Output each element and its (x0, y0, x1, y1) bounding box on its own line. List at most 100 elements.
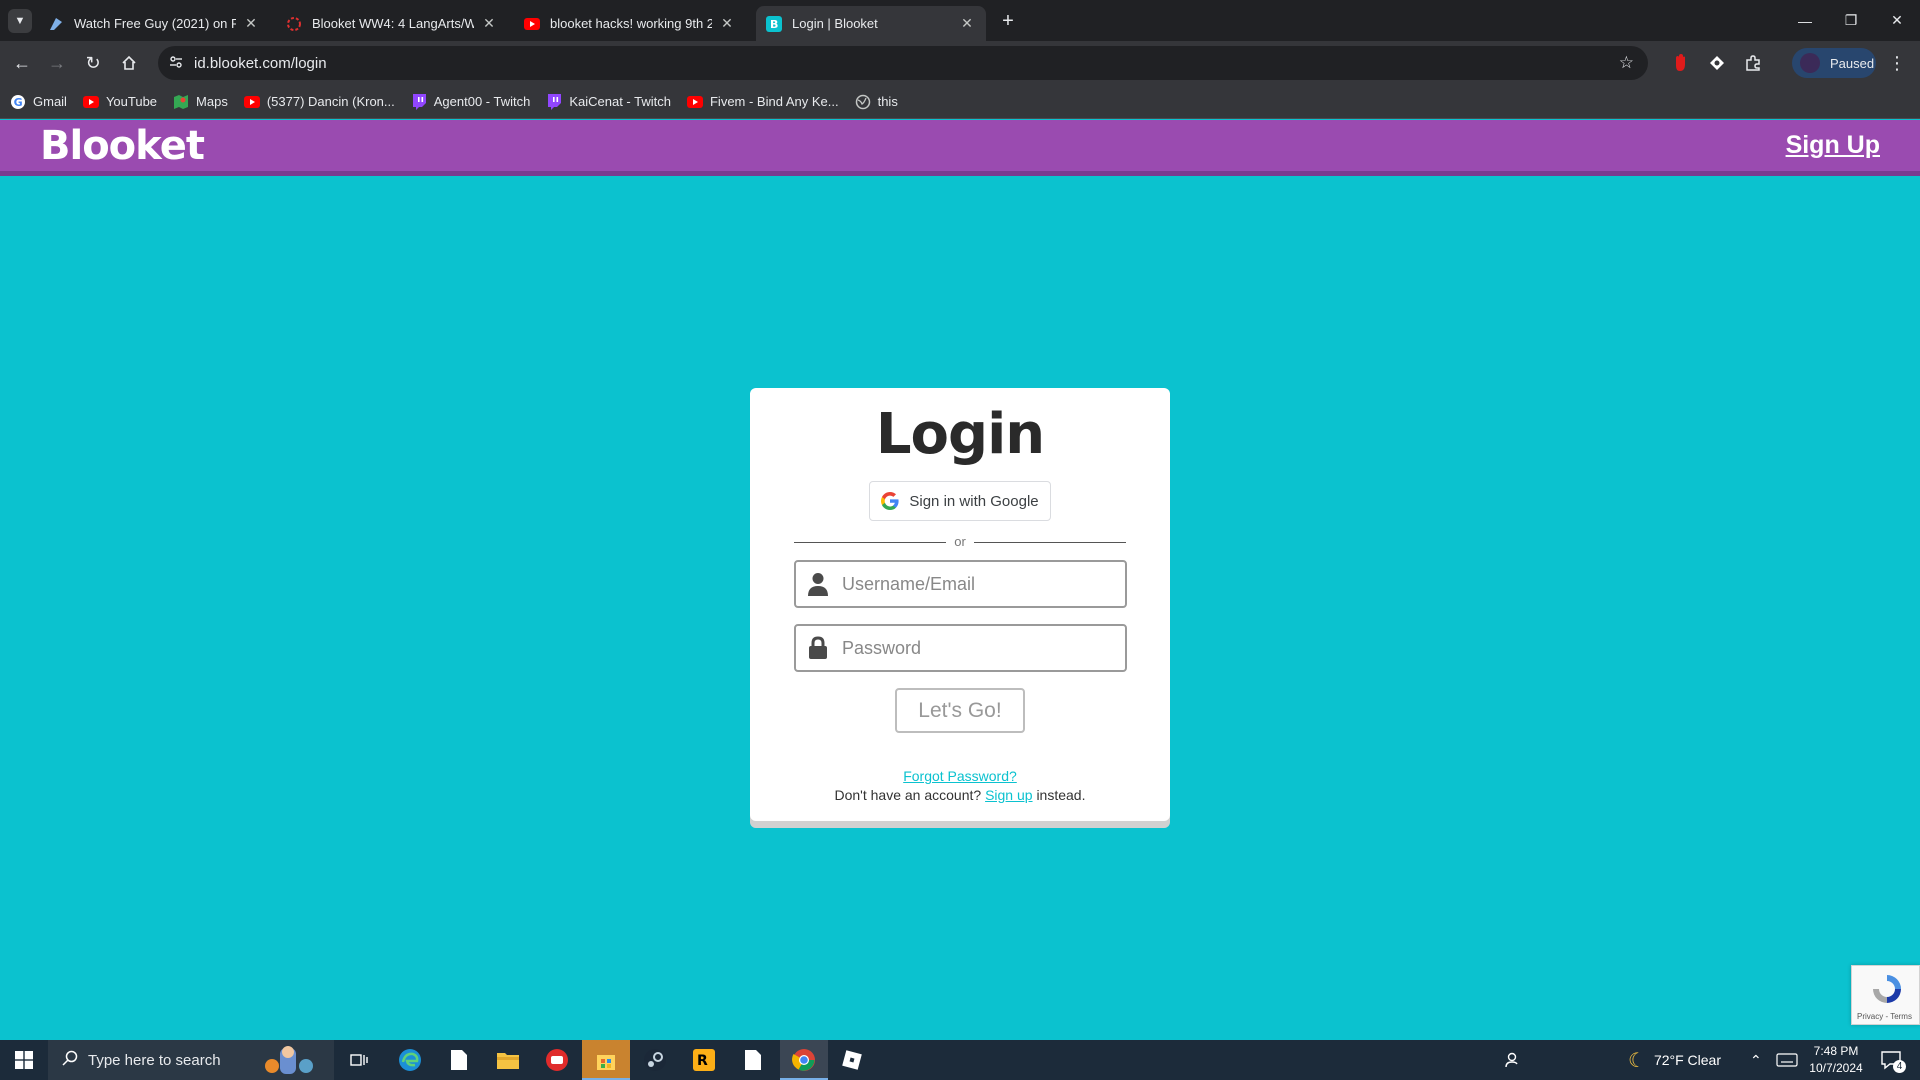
browser-tab[interactable]: blooket hacks! working 9th 202 ✕ (514, 6, 746, 41)
close-icon[interactable]: ✕ (480, 15, 498, 32)
password-field[interactable] (794, 624, 1127, 672)
close-icon[interactable]: ✕ (718, 15, 736, 32)
header-signup-link[interactable]: Sign Up (1786, 131, 1880, 160)
taskbar-search[interactable]: Type here to search (48, 1040, 334, 1080)
rockstar-taskbar-icon[interactable]: R (690, 1046, 718, 1074)
svg-text:G: G (14, 96, 23, 109)
chevron-down-icon: ▼ (14, 14, 26, 27)
bookmark-label: KaiCenat - Twitch (569, 94, 671, 109)
people-icon[interactable] (1504, 1040, 1522, 1080)
bookmark-label: YouTube (105, 94, 158, 109)
bookmark-dancin[interactable]: (5377) Dancin (Kron... (243, 94, 395, 110)
file-explorer-taskbar-icon[interactable] (494, 1046, 522, 1074)
bookmark-label: (5377) Dancin (Kron... (266, 94, 395, 109)
task-view-button[interactable] (345, 1046, 373, 1074)
extension-icon[interactable] (1707, 53, 1727, 73)
user-icon (806, 572, 830, 596)
site-header: Blooket Sign Up (0, 120, 1920, 176)
profile-button[interactable]: Paused (1792, 48, 1876, 78)
bookmark-label: Maps (196, 94, 228, 109)
close-icon[interactable]: ✕ (958, 15, 976, 32)
no-account-suffix: instead. (1036, 787, 1086, 803)
url-text[interactable]: id.blooket.com/login (194, 55, 327, 72)
chrome-taskbar-icon[interactable] (790, 1046, 818, 1074)
weather-text: 72°F Clear (1653, 1052, 1722, 1068)
back-button[interactable]: ← (6, 47, 38, 79)
home-icon (122, 55, 136, 70)
restore-button[interactable]: ❐ (1828, 0, 1874, 41)
browser-tab-active[interactable]: B Login | Blooket ✕ (756, 6, 986, 41)
forgot-password-label[interactable]: Forgot Password? (903, 768, 1017, 784)
bookmark-youtube[interactable]: YouTube (82, 94, 158, 110)
browser-tab-strip: ▼ Watch Free Guy (2021) on Flixto ✕ Bloo… (0, 0, 1920, 41)
home-button[interactable] (113, 47, 145, 79)
forgot-password-link[interactable]: Forgot Password? (750, 768, 1170, 784)
tab-search-button[interactable]: ▼ (8, 8, 32, 33)
edge-taskbar-icon[interactable] (396, 1046, 424, 1074)
extension-icon[interactable] (1671, 53, 1691, 73)
youtube-icon (243, 94, 260, 110)
reload-button[interactable]: ↻ (77, 47, 109, 79)
close-icon: ✕ (1891, 12, 1903, 28)
username-input[interactable] (842, 573, 1102, 595)
bookmark-label: this (877, 94, 898, 109)
loading-icon (286, 16, 302, 32)
blooket-logo[interactable]: Blooket (40, 123, 205, 169)
forward-button[interactable]: → (41, 47, 73, 79)
bookmark-label: Agent00 - Twitch (433, 94, 531, 109)
address-bar[interactable]: id.blooket.com/login ☆ (158, 46, 1648, 80)
google-signin-button[interactable]: Sign in with Google (869, 481, 1051, 521)
lock-icon (806, 636, 830, 660)
submit-button[interactable]: Let's Go! (895, 688, 1025, 733)
close-window-button[interactable]: ✕ (1874, 0, 1920, 41)
google-icon (881, 492, 899, 510)
site-settings-icon[interactable] (168, 54, 188, 73)
keyboard-icon[interactable] (1776, 1040, 1798, 1080)
bookmark-agent00[interactable]: Agent00 - Twitch (411, 93, 531, 110)
recaptcha-terms[interactable]: Privacy - Terms (1857, 1012, 1912, 1021)
browser-menu-icon[interactable]: ⋮ (1888, 53, 1906, 74)
minimize-button[interactable]: — (1782, 0, 1828, 41)
bookmark-gmail[interactable]: G Gmail (10, 94, 67, 110)
password-input[interactable] (842, 637, 1102, 659)
chevron-up-icon: ⌃ (1750, 1051, 1762, 1068)
username-field[interactable] (794, 560, 1127, 608)
twitch-icon (546, 93, 562, 110)
bookmark-label: Gmail (33, 94, 67, 109)
windows-taskbar: Type here to search R ☾ 72°F Clear ⌃ 7:4… (0, 1040, 1920, 1080)
google-icon: G (10, 94, 26, 110)
new-tab-button[interactable]: + (996, 9, 1020, 33)
show-hidden-icons-button[interactable]: ⌃ (1750, 1040, 1762, 1080)
app-red-taskbar-icon[interactable] (543, 1046, 571, 1074)
tab-title: Blooket WW4: 4 LangArts/Writi (312, 16, 474, 31)
browser-tab[interactable]: Watch Free Guy (2021) on Flixto ✕ (38, 6, 270, 41)
svg-text:B: B (770, 18, 778, 31)
bookmark-star-icon[interactable]: ☆ (1619, 53, 1634, 73)
bookmark-kaicenat[interactable]: KaiCenat - Twitch (546, 93, 671, 110)
roblox-taskbar-icon[interactable] (838, 1046, 866, 1074)
bookmark-maps[interactable]: Maps (173, 94, 228, 110)
extensions-puzzle-icon[interactable] (1743, 53, 1763, 73)
close-icon[interactable]: ✕ (242, 15, 260, 32)
notepad-taskbar-icon[interactable] (445, 1046, 473, 1074)
svg-text:R: R (697, 1053, 708, 1069)
flixtor-icon (48, 16, 64, 32)
signup-link[interactable]: Sign up (985, 787, 1032, 803)
recaptcha-badge[interactable]: Privacy - Terms (1851, 965, 1920, 1025)
youtube-icon (686, 94, 703, 110)
bookmark-fivem[interactable]: Fivem - Bind Any Ke... (686, 94, 839, 110)
system-clock[interactable]: 7:48 PM 10/7/2024 (1806, 1043, 1866, 1077)
tab-title: Login | Blooket (792, 16, 878, 31)
steam-taskbar-icon[interactable] (641, 1046, 669, 1074)
store-taskbar-icon[interactable] (592, 1046, 620, 1074)
document-taskbar-icon[interactable] (739, 1046, 767, 1074)
browser-tab[interactable]: Blooket WW4: 4 LangArts/Writi ✕ (276, 6, 508, 41)
clock-date: 10/7/2024 (1809, 1061, 1863, 1075)
notification-center-button[interactable]: 4 (1880, 1040, 1906, 1080)
weather-widget[interactable]: ☾ 72°F Clear (1628, 1040, 1721, 1080)
search-placeholder: Type here to search (88, 1051, 221, 1069)
start-button[interactable] (0, 1040, 48, 1080)
search-icon (62, 1050, 78, 1070)
reload-icon: ↻ (85, 52, 101, 73)
bookmark-this[interactable]: this (855, 94, 898, 110)
